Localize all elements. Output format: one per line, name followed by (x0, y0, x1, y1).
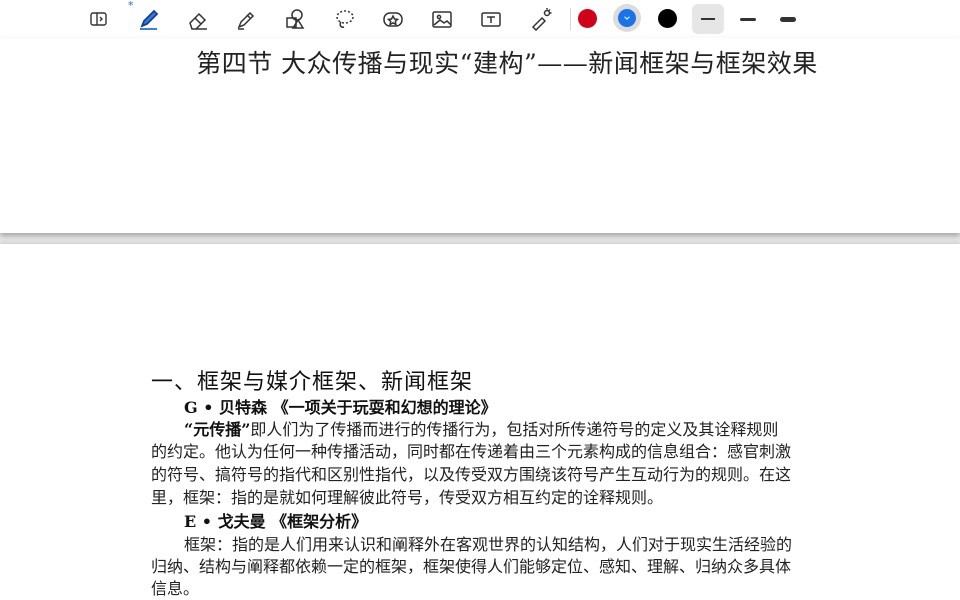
chevron-down-icon (624, 16, 630, 20)
paragraph-2-line-3: 信息。 (151, 579, 200, 598)
page-1[interactable]: 第四节 大众传播与现实“建构”——新闻框架与框架效果 (0, 38, 960, 233)
paragraph-1-line-4: 里，框架：指的是就如何理解彼此符号，传受双方相互约定的诠释规则。 (151, 488, 664, 507)
paragraph-1-text: 即人们为了传播而进行的传播行为，包括对所传递符号的定义及其诠释规则 (250, 420, 779, 439)
stroke-thick-option[interactable] (773, 4, 803, 34)
highlighter-icon[interactable] (231, 4, 261, 34)
reference-goffman: E • 戈夫曼 《框架分析》 (184, 512, 368, 531)
paragraph-2-line-2: 归纳、结构与阐释都依赖一定的框架，框架使得人们能够定位、感知、理解、归纳众多具体 (151, 557, 792, 576)
color-red-swatch[interactable] (578, 9, 597, 28)
page-title: 第四节 大众传播与现实“建构”——新闻框架与框架效果 (196, 49, 818, 78)
text-box-icon[interactable] (476, 4, 506, 34)
reference-bateson: G • 贝特森 《一项关于玩耍和幻想的理论》 (184, 398, 497, 417)
eraser-icon[interactable] (183, 4, 213, 34)
pen-icon[interactable] (133, 4, 163, 34)
color-blue-swatch-selected[interactable] (613, 4, 641, 32)
paragraph-1-line-2: 的约定。他认为任何一种传播活动，同时都在传递着由三个元素构成的信息组合：感官刺激 (151, 442, 792, 461)
term-metacommunication: “元传播” (184, 420, 251, 439)
shapes-icon[interactable] (280, 4, 310, 34)
color-black-swatch[interactable] (658, 9, 677, 28)
stroke-thin-option[interactable] (692, 4, 724, 34)
image-icon[interactable] (427, 4, 457, 34)
annotation-toolbar: * (0, 0, 960, 39)
page-toggle-icon[interactable] (84, 4, 114, 34)
section-heading: 一、框架与媒介框架、新闻框架 (151, 370, 474, 395)
toolbar-divider (570, 8, 571, 30)
laser-pointer-icon[interactable] (526, 4, 556, 34)
paragraph-1-line-1: “元传播”即人们为了传播而进行的传播行为，包括对所传递符号的定义及其诠释规则 (184, 416, 778, 440)
stroke-medium-option[interactable] (733, 4, 763, 34)
paragraph-2-line-1: 框架：指的是人们用来认识和阐释外在客观世界的认知结构，人们对于现实生活经验的 (184, 535, 793, 554)
page-2[interactable]: 一、框架与媒介框架、新闻框架 G • 贝特森 《一项关于玩耍和幻想的理论》 “元… (0, 244, 960, 600)
paragraph-1-line-3: 的符号、搞符号的指代和区别性指代，以及传受双方围绕该符号产生互动行为的规则。在这 (151, 465, 792, 484)
sticker-icon[interactable] (378, 4, 408, 34)
lasso-icon[interactable] (330, 4, 360, 34)
